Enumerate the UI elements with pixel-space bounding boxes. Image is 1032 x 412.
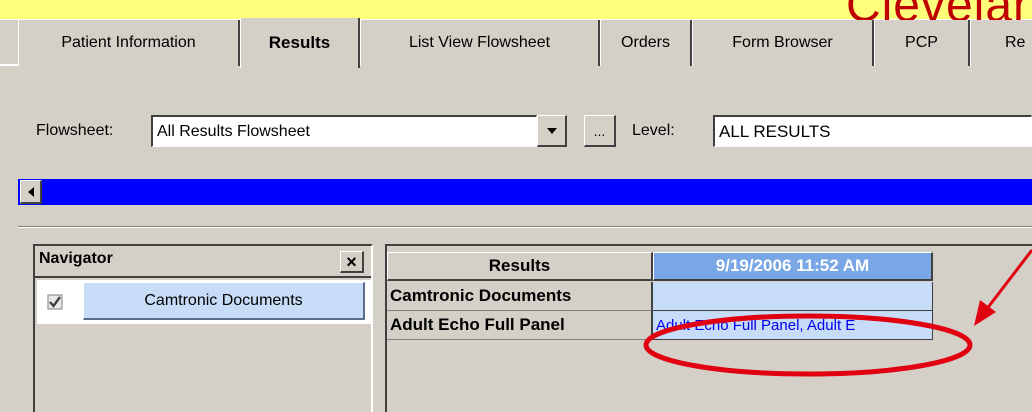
row-label-camtronic-documents: Camtronic Documents [387, 282, 653, 311]
browse-button[interactable]: ... [584, 115, 616, 147]
flowsheet-select[interactable]: All Results Flowsheet [151, 115, 537, 147]
scroll-left-button[interactable] [20, 180, 42, 204]
chevron-down-icon [546, 127, 557, 134]
tab-re[interactable]: Re [970, 20, 1032, 66]
navigator-title: Navigator [39, 250, 113, 267]
level-label: Level: [632, 122, 675, 139]
navigator-item: Camtronic Documents [37, 280, 371, 324]
navigator-close-button[interactable]: × [340, 251, 364, 273]
tab-form-browser[interactable]: Form Browser [692, 20, 874, 66]
date-column-header[interactable]: 9/19/2006 11:52 AM [653, 252, 933, 281]
results-column-header: Results [387, 252, 653, 281]
tab-strip: Patient Information Results List View Fl… [0, 18, 1032, 68]
close-icon: × [346, 251, 357, 272]
camtronic-documents-button[interactable]: Camtronic Documents [83, 282, 365, 320]
navigator-panel: Navigator × Camtronic Documents [33, 244, 373, 412]
checkmark-icon [47, 294, 63, 310]
adult-echo-result-link[interactable]: Adult Echo Full Panel, Adult E [653, 311, 933, 340]
tab-orders[interactable]: Orders [600, 20, 692, 66]
tab-pcp[interactable]: PCP [874, 20, 970, 66]
results-grid: Results 9/19/2006 11:52 AM Camtronic Doc… [385, 244, 1032, 412]
caret-left-icon [27, 186, 34, 197]
row-label-adult-echo-full-panel: Adult Echo Full Panel [387, 311, 653, 340]
tab-list-view-flowsheet[interactable]: List View Flowsheet [360, 20, 600, 66]
result-cell[interactable] [653, 282, 933, 311]
timeline-scrollbar-track[interactable] [18, 179, 1032, 205]
level-select[interactable]: ALL RESULTS [713, 115, 1032, 147]
divider [18, 226, 1032, 228]
flowsheet-dropdown-button[interactable] [537, 115, 567, 147]
divider [35, 276, 371, 278]
tab-results[interactable]: Results [240, 18, 360, 68]
flowsheet-label: Flowsheet: [36, 122, 114, 139]
checkbox[interactable] [37, 280, 73, 324]
tab-patient-information[interactable]: Patient Information [18, 20, 240, 66]
